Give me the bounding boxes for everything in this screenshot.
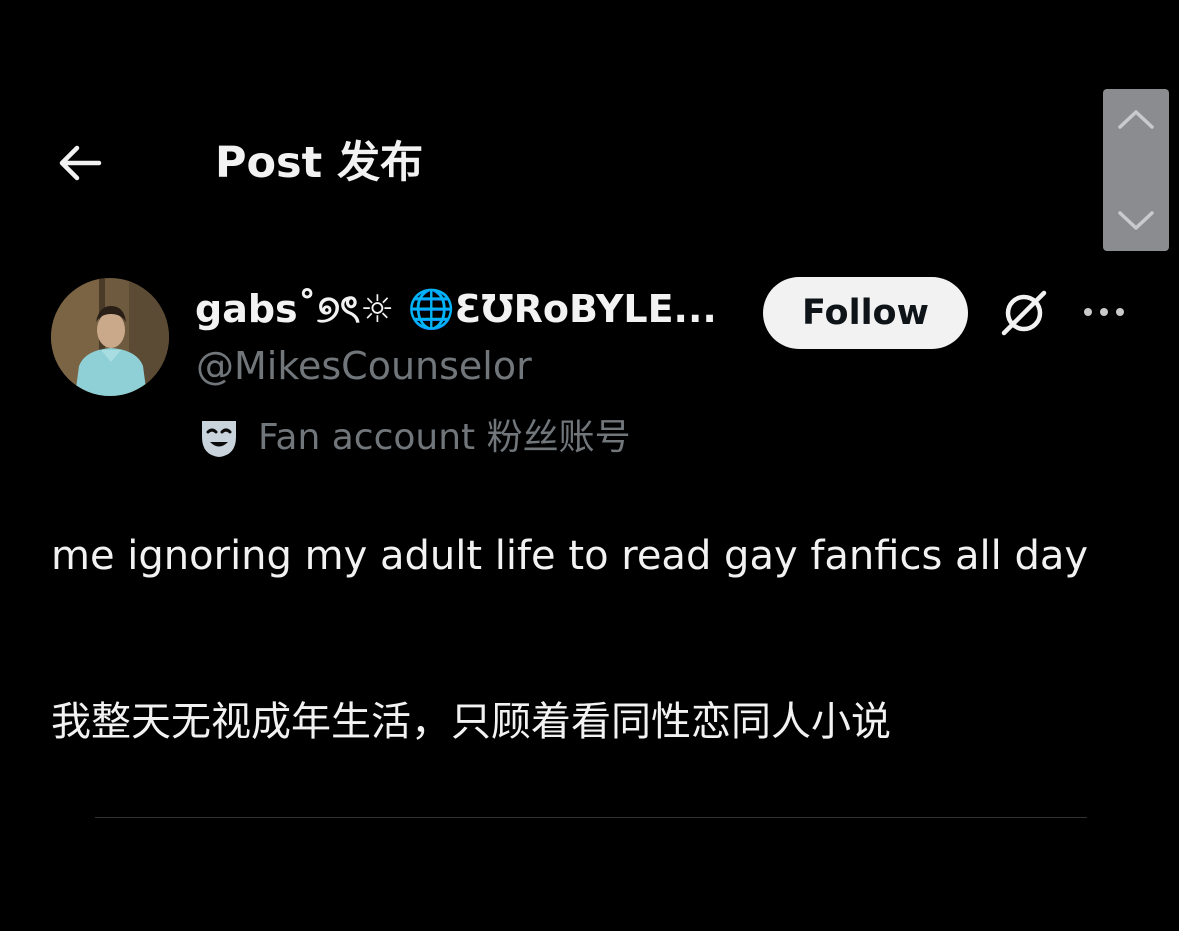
grok-button[interactable] xyxy=(994,283,1054,343)
account-label-text: Fan account 粉丝账号 xyxy=(258,417,631,458)
scroll-up-button[interactable] xyxy=(1103,89,1169,149)
grok-icon xyxy=(1001,290,1047,336)
more-options-button[interactable] xyxy=(1076,290,1132,334)
scroll-control xyxy=(1103,89,1169,251)
account-label: Fan account 粉丝账号 xyxy=(198,414,631,462)
chevron-down-icon xyxy=(1118,211,1154,230)
chevron-up-icon xyxy=(1118,110,1154,129)
scroll-down-button[interactable] xyxy=(1103,191,1169,251)
author-name[interactable]: gabs˚୭ৎ☼ 🌐ƐƱRoBYLE... xyxy=(195,284,735,334)
author-handle[interactable]: @MikesCounselor xyxy=(196,340,532,392)
more-options-icon xyxy=(1084,308,1124,316)
arrow-left-icon xyxy=(59,145,102,181)
follow-button[interactable]: Follow xyxy=(763,277,968,349)
page-title: Post 发布 xyxy=(215,138,424,188)
post-translation: 我整天无视成年生活，只顾着看同性恋同人小说 xyxy=(51,699,891,745)
post-text: me ignoring my adult life to read gay fa… xyxy=(51,533,1089,579)
avatar[interactable] xyxy=(51,278,169,396)
theater-mask-icon xyxy=(202,421,236,457)
divider xyxy=(95,817,1087,818)
back-button[interactable] xyxy=(52,136,106,190)
